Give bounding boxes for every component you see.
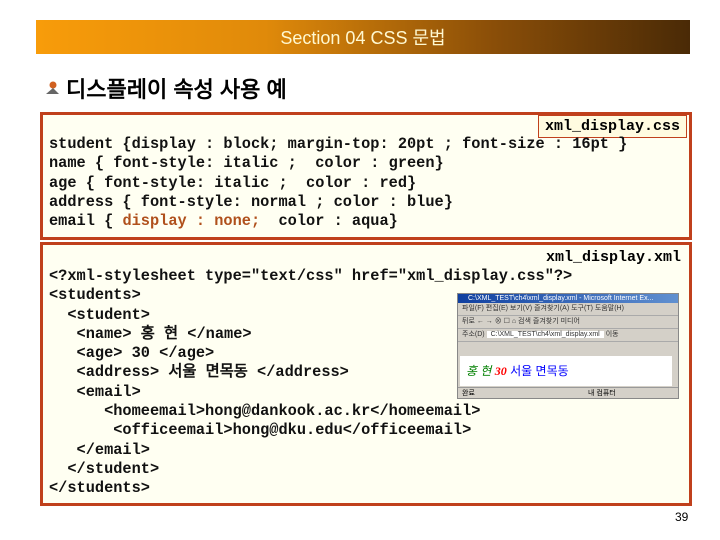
code-line-email: email { display : none; color : aqua} — [49, 212, 627, 231]
xml-code-box: xml_display.xml <?xml-stylesheet type="t… — [40, 242, 692, 506]
browser-status-bar: 완료 내 컴퓨터 — [458, 387, 678, 398]
browser-view: 홍 현 30 서울 면목동 — [460, 356, 672, 386]
code-line: <homeemail>hong@dankook.ac.kr</homeemail… — [49, 402, 481, 421]
code-line: age { font-style: italic ; color : red} — [49, 173, 417, 192]
code-line: </email> — [49, 440, 150, 459]
rendered-name: 홍 현 — [466, 364, 492, 378]
code-line: name { font-style: italic ; color : gree… — [49, 154, 444, 173]
page-number: 39 — [675, 510, 689, 524]
code-line: <officeemail>hong@dku.edu</officeemail> — [49, 421, 472, 440]
status-zone: 내 컴퓨터 — [588, 390, 616, 397]
code-line: </student> — [49, 459, 160, 478]
code-text: color : aqua} — [260, 212, 398, 231]
rendered-age: 30 — [494, 364, 507, 378]
code-line: </students> — [49, 479, 150, 498]
xml-filename-label: xml_display.xml — [545, 249, 681, 266]
address-label: 주소(D) — [462, 331, 485, 338]
css-code: student {display : block; margin-top: 20… — [49, 135, 627, 231]
code-text: email { — [49, 212, 123, 231]
browser-menu: 파일(F) 편집(E) 보기(V) 즐겨찾기(A) 도구(T) 도움말(H) — [458, 303, 678, 316]
title-text: 디스플레이 속성 사용 예 — [66, 77, 287, 102]
address-input: C:\XML_TEST\ch4\xml_display.xml — [486, 331, 604, 338]
section-header: Section 04 CSS 문법 — [36, 20, 690, 54]
browser-address-bar: 주소(D) C:\XML_TEST\ch4\xml_display.xml 이동 — [458, 329, 678, 342]
go-button: 이동 — [605, 331, 619, 338]
highlighted-code: display : none; — [122, 212, 261, 231]
browser-screenshot: C:\XML_TEST\ch4\xml_display.xml - Micros… — [457, 293, 679, 399]
page-title: 디스플레이 속성 사용 예 — [44, 72, 287, 104]
rendered-address: 서울 면목동 — [510, 364, 569, 378]
browser-toolbar: 뒤로 ← → ⊗ ☐ ⌂ 검색 즐겨찾기 미디어 — [458, 316, 678, 329]
code-line: student {display : block; margin-top: 20… — [49, 135, 628, 153]
code-line: address { font-style: normal ; color : b… — [49, 192, 453, 211]
person-bullet-icon — [46, 81, 59, 94]
browser-title-bar: C:\XML_TEST\ch4\xml_display.xml - Micros… — [458, 294, 678, 303]
css-code-box: xml_display.css student {display : block… — [40, 112, 692, 240]
status-done: 완료 — [462, 390, 475, 397]
code-line: <?xml-stylesheet type="text/css" href="x… — [49, 267, 573, 285]
